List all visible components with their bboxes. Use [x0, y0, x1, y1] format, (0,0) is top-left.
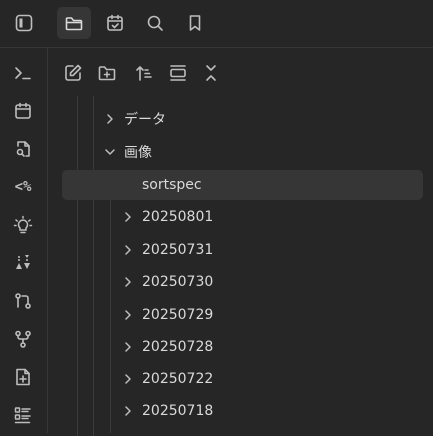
tree-item-label: データ [124, 112, 166, 128]
chevron-right-icon [102, 111, 118, 127]
new-note-button[interactable] [59, 59, 87, 87]
sort-icon [136, 66, 152, 81]
chevron-right-icon [120, 371, 136, 387]
file-search-icon [16, 141, 30, 157]
new-note-icon [65, 64, 82, 81]
tree-indent-guide [110, 199, 111, 433]
tree-folder-row[interactable]: 20250730 [120, 267, 420, 297]
tab-calendar[interactable] [98, 7, 132, 39]
change-sort-order-button[interactable] [130, 59, 158, 87]
auto-reveal-button[interactable] [164, 59, 192, 87]
sidebar-toggle-icon [15, 14, 33, 32]
tree-file-row[interactable]: sortspec [62, 170, 423, 200]
new-folder-button[interactable] [93, 59, 121, 87]
ribbon-templater-button[interactable]: <% [7, 172, 39, 202]
sidebar-toggle-button[interactable] [7, 7, 41, 39]
chevron-down-icon [102, 144, 118, 160]
tree-item-label: 20250729 [142, 307, 214, 323]
ribbon-sort-button[interactable] [7, 248, 39, 278]
tree-indent-guide [77, 96, 78, 436]
file-explorer-panel: データ 画像 sortspec 20250801 20250731 202507… [48, 48, 433, 436]
ribbon-new-file-button[interactable] [7, 362, 39, 392]
tree-item-label: 画像 [124, 145, 152, 161]
chevron-right-icon [120, 274, 136, 290]
tree-folder-row[interactable]: 20250728 [120, 332, 420, 362]
tree-item-label: 20250722 [142, 371, 214, 387]
tree-item-label: sortspec [142, 177, 202, 193]
search-icon [147, 15, 163, 31]
calendar-check-icon [107, 14, 123, 31]
collapse-all-icon [206, 65, 216, 81]
chevron-right-icon [120, 339, 136, 355]
ribbon-git-compare-button[interactable] [7, 286, 39, 316]
tree-folder-row[interactable]: 画像 [102, 137, 422, 167]
tree-folder-row[interactable]: 20250801 [120, 202, 420, 232]
tab-bookmarks[interactable] [178, 7, 212, 39]
terminal-icon [15, 67, 31, 80]
left-ribbon: <% [0, 48, 48, 433]
tree-folder-row[interactable]: データ [102, 104, 422, 134]
tab-search[interactable] [138, 7, 172, 39]
tree-item-label: 20250728 [142, 339, 214, 355]
tree-item-label: 20250718 [142, 403, 214, 419]
ribbon-list-button[interactable] [7, 400, 39, 430]
tree-item-label: 20250801 [142, 209, 214, 225]
git-compare-icon [15, 293, 31, 309]
tree-item-label: 20250730 [142, 274, 214, 290]
git-fork-icon [15, 330, 31, 348]
auto-reveal-icon [170, 65, 186, 81]
ribbon-file-search-button[interactable] [7, 134, 39, 164]
new-folder-icon [98, 66, 116, 81]
tab-file-explorer[interactable] [57, 7, 91, 39]
lightbulb-icon [13, 215, 33, 234]
calendar-icon [15, 102, 31, 119]
bookmark-icon [189, 15, 201, 31]
collapse-all-button[interactable] [197, 59, 225, 87]
tree-indent-guide [93, 96, 94, 436]
tree-item-label: 20250731 [142, 242, 214, 258]
folder-icon [65, 17, 83, 31]
sort-arrows-icon [16, 255, 30, 269]
ribbon-terminal-button[interactable] [7, 58, 39, 88]
chevron-right-icon [120, 209, 136, 225]
chevron-right-icon [120, 403, 136, 419]
templater-icon: <% [14, 179, 32, 195]
ribbon-lightbulb-button[interactable] [7, 210, 39, 240]
tree-folder-row[interactable]: 20250729 [120, 300, 420, 330]
tree-folder-row[interactable]: 20250722 [120, 364, 420, 394]
list-icon [14, 407, 31, 424]
ribbon-git-fork-button[interactable] [7, 324, 39, 354]
ribbon-daily-note-button[interactable] [7, 96, 39, 126]
chevron-right-icon [120, 242, 136, 258]
file-plus-icon [16, 368, 30, 386]
tree-folder-row[interactable]: 20250731 [120, 235, 420, 265]
tree-folder-row[interactable]: 20250718 [120, 396, 420, 426]
top-tab-bar [0, 0, 433, 48]
chevron-right-icon [120, 307, 136, 323]
